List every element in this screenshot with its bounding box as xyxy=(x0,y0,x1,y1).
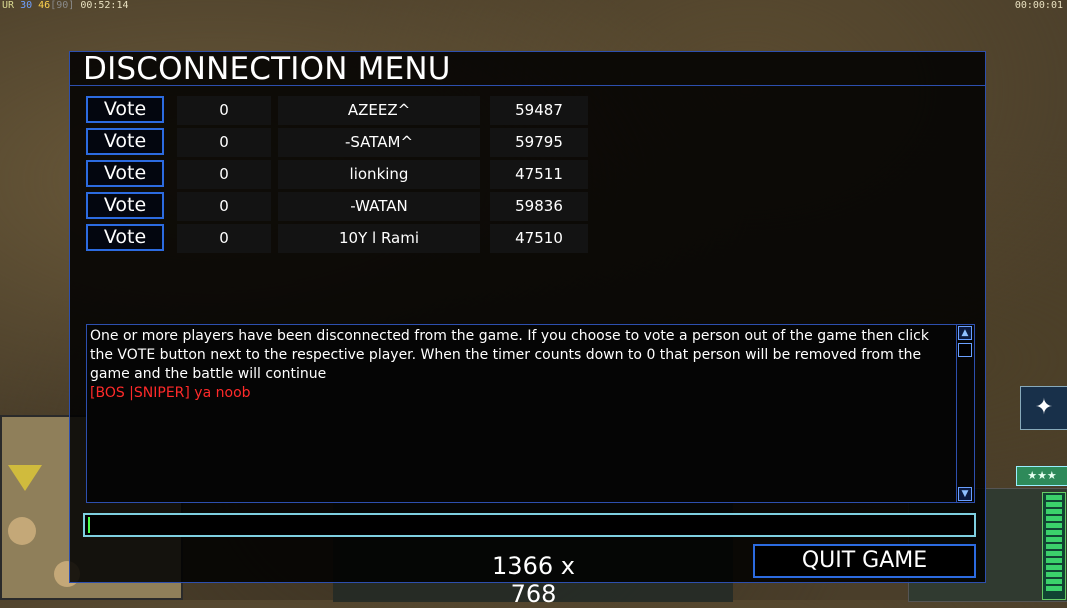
dialog-title: DISCONNECTION MENU xyxy=(70,52,985,86)
system-message: One or more players have been disconnect… xyxy=(90,328,929,382)
minimap-blip xyxy=(8,517,36,545)
player-name: -WATAN xyxy=(278,192,480,221)
scroll-up-arrow-icon[interactable]: ▲ xyxy=(958,326,972,340)
game-status-readout: UR 30 46[90] 00:52:14 xyxy=(2,0,129,11)
vote-button[interactable]: Vote xyxy=(86,96,164,123)
vote-button[interactable]: Vote xyxy=(86,128,164,155)
player-id: 47511 xyxy=(490,160,588,189)
message-log[interactable]: One or more players have been disconnect… xyxy=(86,324,975,503)
vote-count: 0 xyxy=(177,192,271,221)
elapsed-time: 00:52:14 xyxy=(80,0,129,11)
power-meter xyxy=(1042,492,1066,600)
countdown-timer: 00:00:01 xyxy=(1014,0,1063,11)
player-id: 59836 xyxy=(490,192,588,221)
camera-view-marker xyxy=(8,465,42,491)
vote-count: 0 xyxy=(177,96,271,125)
vote-button[interactable]: Vote xyxy=(86,160,164,187)
status-stat-a: 30 xyxy=(20,0,33,11)
message-scrollbar[interactable]: ▲ ▼ xyxy=(956,325,974,502)
vote-button[interactable]: Vote xyxy=(86,224,164,251)
status-stat-c: [90] xyxy=(50,0,75,11)
status-stat-b: 46 xyxy=(38,0,51,11)
satellite-icon[interactable]: ✦ xyxy=(1020,386,1067,430)
player-name: lionking xyxy=(278,160,480,189)
vote-count: 0 xyxy=(177,160,271,189)
player-id: 47510 xyxy=(490,224,588,253)
scroll-down-arrow-icon[interactable]: ▼ xyxy=(958,487,972,501)
vote-count: 0 xyxy=(177,224,271,253)
text-caret xyxy=(88,517,90,533)
player-id: 59795 xyxy=(490,128,588,157)
chat-message: [BOS |SNIPER] ya noob xyxy=(90,385,251,401)
message-log-text: One or more players have been disconnect… xyxy=(90,327,954,403)
player-name: AZEEZ^ xyxy=(278,96,480,125)
player-id: 59487 xyxy=(490,96,588,125)
quit-game-button[interactable]: QUIT GAME xyxy=(753,544,976,578)
chat-input[interactable] xyxy=(83,513,976,537)
player-name: 10Y l Rami xyxy=(278,224,480,253)
vote-button[interactable]: Vote xyxy=(86,192,164,219)
rank-stars-badge: ★★★ xyxy=(1016,466,1067,486)
vote-count: 0 xyxy=(177,128,271,157)
scroll-thumb[interactable] xyxy=(958,343,972,357)
disconnection-dialog: DISCONNECTION MENU Vote 0 AZEEZ^ 59487 V… xyxy=(69,51,986,608)
status-prefix: UR xyxy=(2,0,15,11)
player-name: -SATAM^ xyxy=(278,128,480,157)
